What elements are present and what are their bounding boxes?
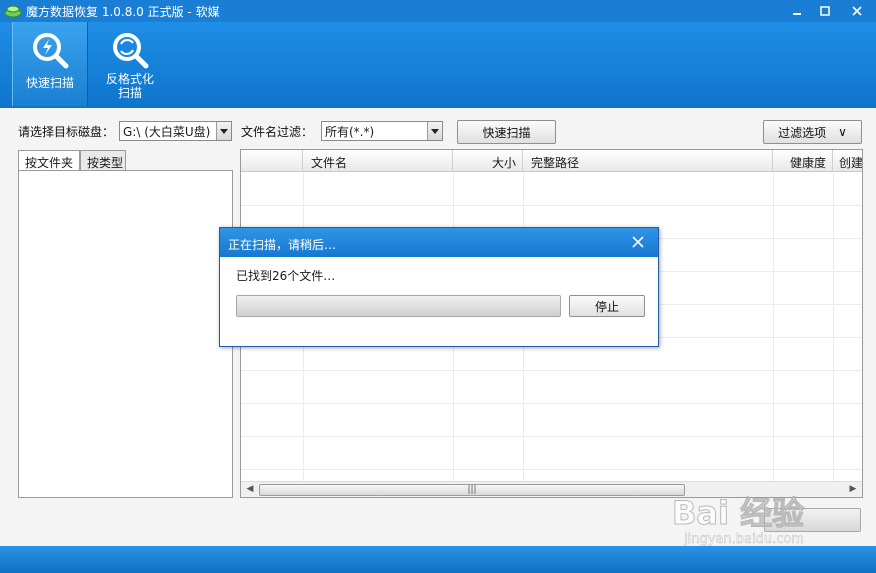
disk-label: 请选择目标磁盘：	[18, 125, 115, 139]
file-list-header: 文件名 大小 完整路径 健康度 创建	[241, 150, 862, 172]
quick-scan-button[interactable]: 快速扫描	[457, 120, 556, 144]
grid-line	[241, 403, 862, 404]
disk-select[interactable]: G:\ (大白菜U盘)	[119, 121, 232, 141]
dialog-message: 已找到26个文件…	[236, 269, 336, 283]
filter-select-value: 所有(*.*)	[325, 124, 375, 139]
stop-button[interactable]: 停止	[569, 295, 645, 317]
ribbon-quick-scan-button[interactable]: 快速扫描	[12, 22, 88, 106]
filter-options-label: 过滤选项	[778, 125, 827, 140]
scrollbar-grip: |||	[467, 485, 477, 495]
maximize-icon	[820, 6, 830, 16]
maximize-button[interactable]	[814, 2, 836, 20]
filter-select[interactable]: 所有(*.*)	[321, 121, 443, 141]
quick-scan-icon	[33, 33, 69, 69]
scrollbar-thumb[interactable]: |||	[259, 484, 685, 496]
status-bar	[0, 546, 876, 573]
disk-select-value: G:\ (大白菜U盘)	[123, 124, 211, 139]
column-header-size[interactable]: 大小	[453, 150, 523, 172]
grid-line	[241, 370, 862, 371]
minimize-icon	[793, 13, 801, 15]
tab-by-folder[interactable]: 按文件夹	[18, 150, 80, 172]
grid-line	[241, 436, 862, 437]
column-header-path[interactable]: 完整路径	[523, 150, 773, 172]
tab-by-type[interactable]: 按类型	[80, 150, 126, 171]
filter-options-chevron-icon: ∨	[838, 125, 847, 139]
quick-scan-button-label: 快速扫描	[482, 125, 531, 140]
folder-tree[interactable]	[18, 170, 233, 498]
filter-label: 文件名过滤：	[241, 125, 314, 139]
scan-progress-fill	[237, 296, 560, 316]
tab-by-type-label: 按类型	[87, 156, 124, 170]
ribbon-unformat-scan-button[interactable]: 反格式化 扫描	[92, 22, 168, 106]
horizontal-scrollbar[interactable]: ◀ ||| ▶	[241, 481, 862, 497]
column-header-checkbox[interactable]	[241, 150, 303, 172]
dialog-title-bar: 正在扫描，请稍后…	[220, 228, 658, 257]
watermark-url: jingyan.baidu.com	[684, 532, 804, 547]
close-button[interactable]	[846, 2, 868, 20]
filter-options-button[interactable]: 过滤选项 ∨	[763, 120, 862, 144]
title-bar: 魔方数据恢复 1.0.8.0 正式版 - 软媒	[0, 0, 876, 22]
dialog-close-icon[interactable]	[630, 234, 646, 250]
recover-button[interactable]	[764, 508, 861, 532]
dialog-title: 正在扫描，请稍后…	[228, 238, 337, 252]
grid-line	[241, 205, 862, 206]
close-icon	[852, 6, 862, 16]
scroll-right-icon[interactable]: ▶	[846, 484, 860, 496]
tab-by-folder-label: 按文件夹	[25, 156, 74, 170]
app-logo-icon	[4, 5, 22, 18]
ribbon-unformat-label-2: 扫描	[117, 86, 142, 100]
ribbon-unformat-label-1: 反格式化	[105, 72, 154, 86]
column-header-filename[interactable]: 文件名	[303, 150, 453, 172]
ribbon: 快速扫描 反格式化 扫描	[0, 22, 876, 108]
ribbon-quick-scan-label: 快速扫描	[25, 76, 74, 90]
scroll-left-icon[interactable]: ◀	[243, 484, 257, 496]
column-header-health[interactable]: 健康度	[773, 150, 833, 172]
dialog-body: 已找到26个文件… 停止	[220, 257, 658, 346]
stop-button-label: 停止	[594, 299, 619, 314]
scan-progress-dialog: 正在扫描，请稍后… 已找到26个文件… 停止	[219, 227, 659, 347]
unformat-scan-icon	[113, 33, 149, 69]
minimize-button[interactable]	[786, 2, 808, 20]
column-header-created[interactable]: 创建	[833, 150, 862, 172]
grid-line	[241, 469, 862, 470]
chevron-down-icon[interactable]	[216, 122, 231, 140]
window-title: 魔方数据恢复 1.0.8.0 正式版 - 软媒	[26, 5, 220, 19]
scan-progress-bar	[236, 295, 561, 317]
chevron-down-icon[interactable]	[427, 122, 442, 140]
